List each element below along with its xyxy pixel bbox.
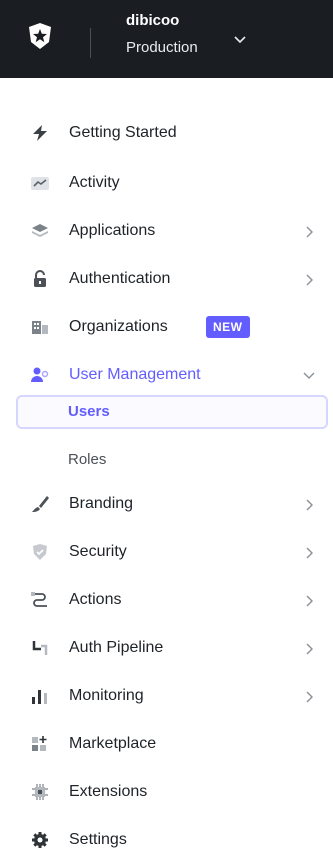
sidebar-item-organizations[interactable]: Organizations NEW bbox=[0, 304, 333, 350]
new-badge: NEW bbox=[206, 316, 250, 338]
sidebar-item-label: Monitoring bbox=[69, 687, 144, 704]
building-icon bbox=[32, 321, 48, 334]
tenant-environment: Production bbox=[126, 39, 198, 56]
lightning-icon bbox=[33, 125, 47, 141]
sidebar-item-label: Organizations bbox=[69, 318, 168, 335]
sidebar-item-actions[interactable]: Actions bbox=[0, 577, 333, 623]
pipeline-icon bbox=[32, 641, 48, 655]
sidebar-subitem-label: Roles bbox=[68, 451, 107, 468]
sidebar-item-settings[interactable]: Settings bbox=[0, 817, 333, 863]
sidebar-item-monitoring[interactable]: Monitoring bbox=[0, 673, 333, 719]
topbar: dibicoo Production bbox=[0, 0, 333, 78]
sidebar-item-label: Actions bbox=[69, 591, 122, 608]
gear-icon bbox=[32, 832, 48, 848]
users-icon bbox=[31, 367, 49, 382]
sidebar-item-extensions[interactable]: Extensions bbox=[0, 769, 333, 815]
sidebar-item-security[interactable]: Security bbox=[0, 529, 333, 575]
sidebar-item-label: User Management bbox=[69, 366, 201, 383]
sidebar-item-label: Settings bbox=[69, 831, 127, 848]
chip-icon bbox=[32, 784, 48, 800]
sidebar-item-user-management[interactable]: User Management bbox=[0, 352, 333, 398]
sidebar-item-label: Activity bbox=[69, 174, 120, 191]
sidebar-item-marketplace[interactable]: Marketplace bbox=[0, 721, 333, 767]
chevron-right-icon bbox=[306, 595, 313, 607]
sidebar-item-applications[interactable]: Applications bbox=[0, 208, 333, 254]
bar-chart-icon bbox=[32, 690, 47, 704]
sidebar-item-label: Extensions bbox=[69, 783, 148, 800]
sidebar-item-label: Auth Pipeline bbox=[69, 639, 164, 656]
chevron-right-icon bbox=[306, 643, 313, 655]
sidebar-subitem-label: Users bbox=[68, 403, 110, 420]
sidebar-item-label: Authentication bbox=[69, 270, 171, 287]
shield-icon bbox=[33, 544, 47, 560]
activity-icon bbox=[31, 177, 49, 190]
sidebar-item-label: Marketplace bbox=[69, 735, 157, 752]
chevron-right-icon bbox=[306, 547, 313, 559]
sidebar-item-label: Getting Started bbox=[69, 124, 177, 141]
layers-icon bbox=[32, 224, 48, 237]
sidebar-item-getting-started[interactable]: Getting Started bbox=[0, 110, 333, 156]
chevron-right-icon bbox=[306, 274, 313, 286]
tenant-switcher[interactable]: dibicoo Production bbox=[126, 12, 198, 56]
lock-icon bbox=[34, 270, 46, 287]
chevron-down-icon bbox=[303, 372, 315, 379]
sidebar-item-label: Applications bbox=[69, 222, 156, 239]
chevron-down-icon[interactable] bbox=[234, 36, 246, 44]
sidebar-item-branding[interactable]: Branding bbox=[0, 481, 333, 527]
sidebar-item-label: Security bbox=[69, 543, 127, 560]
chevron-right-icon bbox=[306, 691, 313, 703]
tenant-name: dibicoo bbox=[126, 12, 180, 29]
sidebar-item-activity[interactable]: Activity bbox=[0, 160, 333, 206]
chevron-right-icon bbox=[306, 226, 313, 238]
brush-icon bbox=[32, 496, 49, 512]
auth0-logo-icon[interactable] bbox=[26, 22, 54, 50]
sidebar-item-auth-pipeline[interactable]: Auth Pipeline bbox=[0, 625, 333, 671]
chevron-right-icon bbox=[306, 499, 313, 511]
sidebar-subitem-roles[interactable]: Roles bbox=[16, 443, 328, 477]
sidebar-item-label: Branding bbox=[69, 495, 134, 512]
grid-plus-icon bbox=[32, 736, 47, 751]
flow-icon bbox=[31, 592, 47, 607]
topbar-divider bbox=[90, 28, 91, 58]
sidebar-item-authentication[interactable]: Authentication bbox=[0, 256, 333, 302]
sidebar-subitem-users[interactable]: Users bbox=[16, 395, 328, 429]
